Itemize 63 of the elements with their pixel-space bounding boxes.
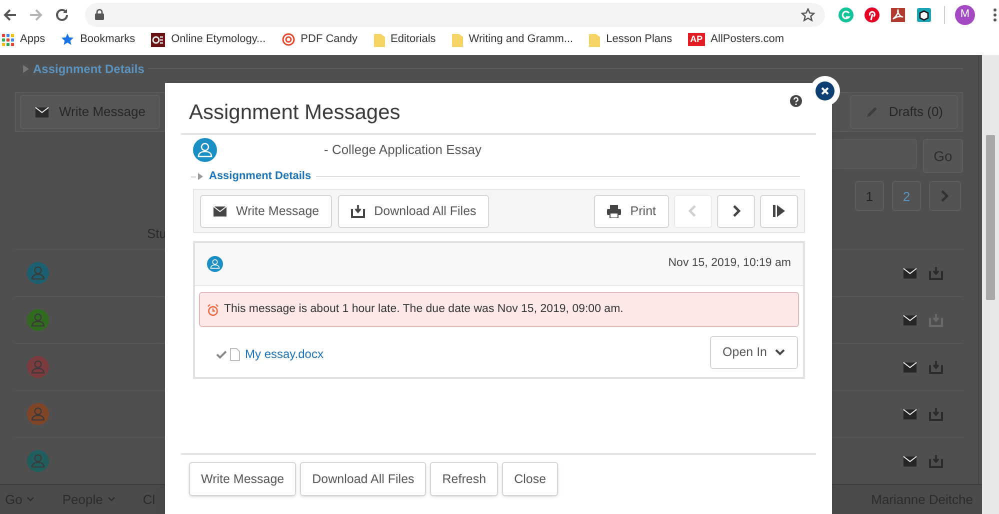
bookmark[interactable]: Apps bbox=[2, 31, 46, 48]
avatar-icon bbox=[207, 256, 223, 272]
reload-icon[interactable] bbox=[54, 6, 70, 22]
bookmark[interactable]: Lesson Plans bbox=[589, 31, 672, 48]
file-link[interactable]: My essay.docx bbox=[245, 345, 324, 363]
open-in-button[interactable]: Open In bbox=[710, 336, 798, 368]
assignment-title: - College Application Essay bbox=[324, 141, 482, 160]
footer-button[interactable]: Write Message bbox=[189, 462, 296, 496]
footer-button[interactable]: Close bbox=[502, 462, 558, 496]
details-link[interactable]: Assignment Details bbox=[209, 168, 312, 184]
bookmark[interactable]: AP AllPosters.com bbox=[688, 31, 784, 48]
extension-icon[interactable] bbox=[890, 6, 906, 22]
envelope-icon bbox=[35, 106, 49, 118]
triangle-icon bbox=[191, 172, 204, 180]
bookmark[interactable]: Bookmarks bbox=[61, 31, 136, 48]
lock-icon bbox=[95, 9, 104, 20]
triangle-icon bbox=[23, 64, 29, 73]
toolbar-button[interactable]: Download All Files bbox=[338, 194, 490, 228]
envelope-icon bbox=[903, 456, 917, 466]
toolbar-button[interactable]: Write Message bbox=[200, 194, 332, 228]
logo-icon: AP bbox=[688, 33, 705, 46]
close-icon bbox=[815, 81, 835, 101]
download-icon bbox=[351, 204, 366, 218]
avatar-icon bbox=[193, 138, 217, 162]
folder-icon bbox=[452, 32, 463, 46]
message-date: Nov 15, 2019, 10:19 am bbox=[668, 256, 791, 272]
star-icon bbox=[61, 33, 74, 46]
envelope-icon bbox=[903, 314, 917, 326]
bookmark[interactable]: Writing and Gramm... bbox=[452, 31, 574, 48]
print-button[interactable]: Print bbox=[594, 194, 669, 228]
envelope-icon bbox=[903, 268, 917, 278]
envelope-icon bbox=[903, 362, 917, 372]
skip-end-icon bbox=[772, 204, 786, 218]
modal-title: Assignment Messages bbox=[189, 102, 400, 123]
footer-button[interactable]: Download All Files bbox=[300, 462, 426, 496]
menu-icon[interactable] bbox=[993, 8, 997, 22]
back-icon[interactable] bbox=[2, 6, 18, 22]
profile-avatar[interactable]: M bbox=[955, 4, 975, 24]
bookmark[interactable]: Online Etymology... bbox=[151, 31, 266, 48]
folder-icon bbox=[374, 32, 385, 46]
envelope-icon bbox=[213, 206, 227, 216]
chevron-down-icon bbox=[775, 348, 785, 356]
bookmark[interactable]: PDF Candy bbox=[282, 31, 358, 48]
caret-icon bbox=[108, 497, 115, 502]
next-button[interactable] bbox=[717, 194, 755, 228]
caret-icon bbox=[27, 497, 34, 502]
alarm-clock-icon bbox=[207, 304, 219, 316]
star-icon[interactable] bbox=[801, 8, 815, 22]
printer-icon bbox=[607, 204, 622, 218]
chevron-right-icon bbox=[941, 190, 949, 202]
logo-icon bbox=[151, 32, 166, 46]
document-icon bbox=[230, 348, 240, 360]
help-icon[interactable] bbox=[790, 95, 802, 107]
envelope-icon bbox=[903, 408, 917, 420]
scrollbar[interactable] bbox=[982, 55, 999, 514]
footer-button[interactable]: Refresh bbox=[430, 462, 498, 496]
bookmark[interactable]: Editorials bbox=[374, 31, 436, 48]
pencil-icon bbox=[864, 105, 879, 120]
alert-text: This message is about 1 hour late. The due date was Nov 15, 2019, 09:00 am. bbox=[224, 302, 624, 317]
extension-icon[interactable] bbox=[916, 6, 932, 22]
apps-grid-icon bbox=[2, 34, 14, 46]
last-button[interactable] bbox=[760, 194, 798, 228]
folder-icon bbox=[589, 32, 600, 46]
